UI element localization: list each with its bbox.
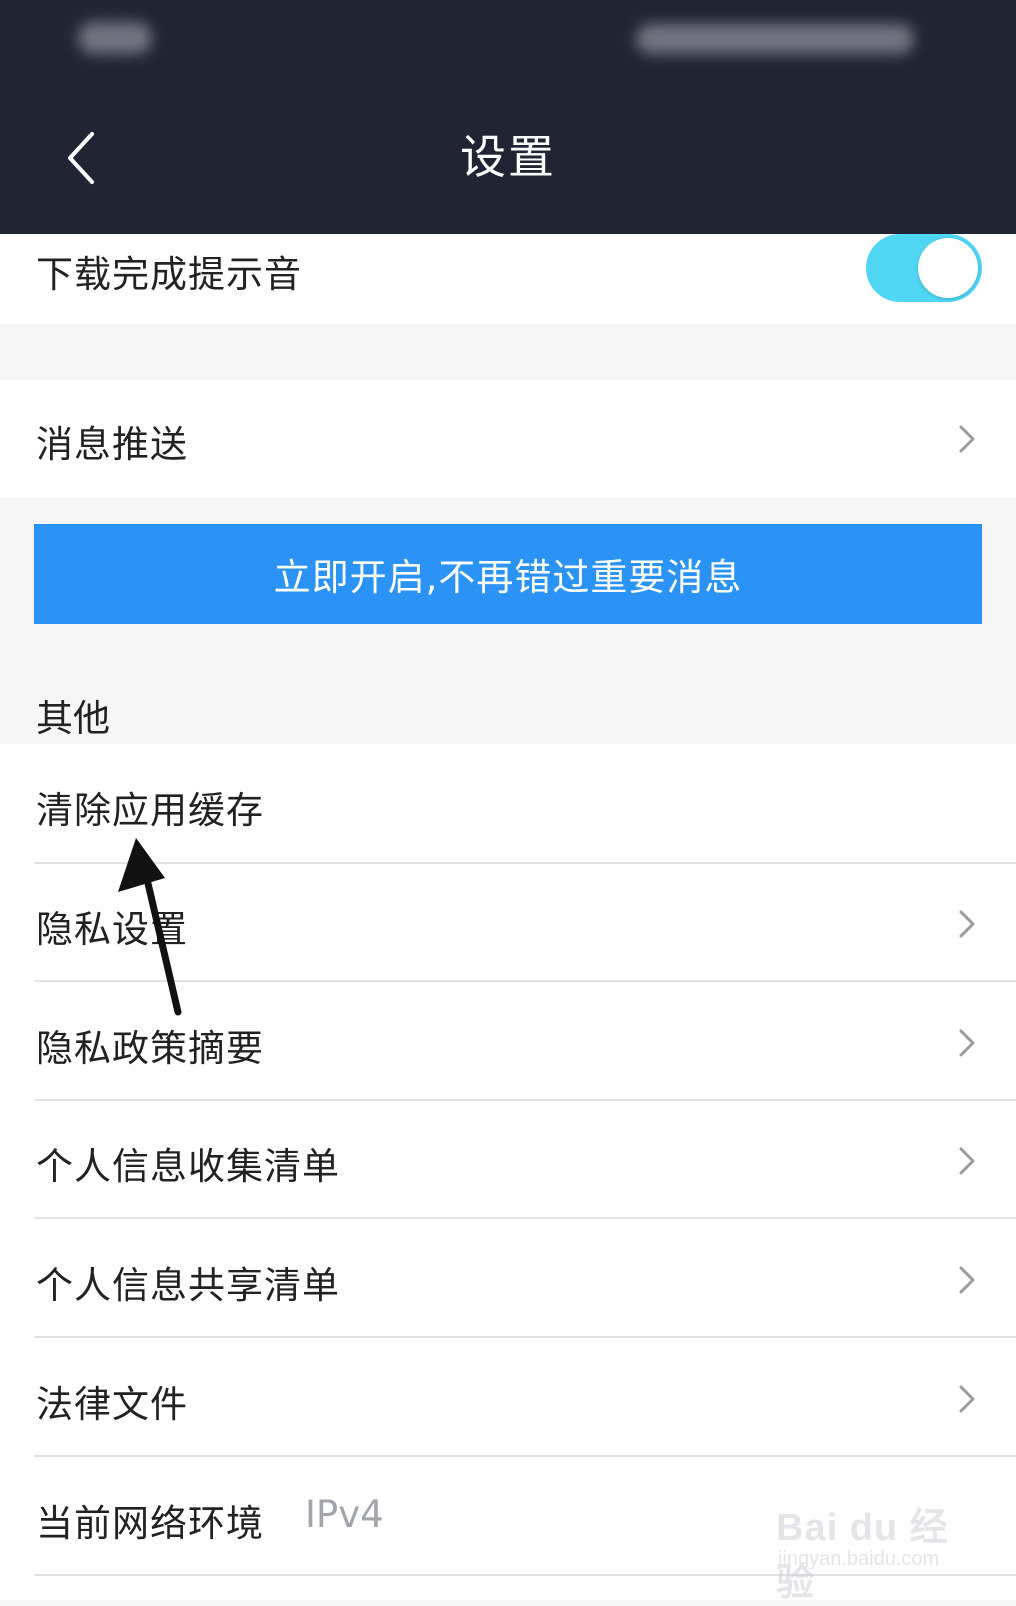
privacy-settings-label[interactable]: 隐私设置 xyxy=(36,899,188,953)
download-sound-row: 下载完成提示音 xyxy=(0,234,1016,324)
personal-info-sharing-label[interactable]: 个人信息共享清单 xyxy=(36,1255,340,1309)
status-bar xyxy=(0,0,1016,80)
clear-cache-label[interactable]: 清除应用缓存 xyxy=(36,780,264,834)
download-sound-label: 下载完成提示音 xyxy=(36,253,302,296)
legal-documents-label[interactable]: 法律文件 xyxy=(36,1374,188,1428)
divider xyxy=(34,1099,1016,1101)
privacy-policy-summary-label[interactable]: 隐私政策摘要 xyxy=(36,1018,264,1072)
status-bar-icons-blurred xyxy=(636,24,914,54)
download-sound-toggle[interactable] xyxy=(866,234,982,302)
push-notification-label: 消息推送 xyxy=(36,423,188,466)
nav-bar: 设置 xyxy=(0,80,1016,234)
status-bar-time-blurred xyxy=(78,22,152,54)
divider xyxy=(34,1455,1016,1457)
baidu-jingyan-watermark: Bai du 经验 jingyan.baidu.com xyxy=(776,1484,986,1604)
watermark-url: jingyan.baidu.com xyxy=(778,1548,940,1570)
divider xyxy=(34,1217,1016,1219)
chevron-right-icon xyxy=(952,1141,982,1181)
divider xyxy=(34,980,1016,982)
chevron-right-icon xyxy=(952,1260,982,1300)
push-notification-row[interactable]: 消息推送 xyxy=(0,380,1016,498)
chevron-right-icon xyxy=(952,904,982,944)
chevron-right-icon xyxy=(952,1379,982,1419)
section-title-other: 其他 xyxy=(36,697,110,740)
personal-info-collection-label[interactable]: 个人信息收集清单 xyxy=(36,1136,340,1190)
divider xyxy=(34,1336,1016,1338)
enable-notifications-button[interactable]: 立即开启,不再错过重要消息 xyxy=(34,524,982,624)
page-title: 设置 xyxy=(460,130,556,184)
divider xyxy=(34,862,1016,864)
toggle-knob xyxy=(918,238,978,298)
other-list: 清除应用缓存 隐私设置 隐私政策摘要 个人信息收集清单 个人信息共享清单 法律文… xyxy=(0,744,1016,1600)
chevron-right-icon xyxy=(952,419,982,459)
current-network-label: 当前网络环境 xyxy=(36,1502,264,1545)
current-network-value: IPv4 xyxy=(305,1493,384,1536)
chevron-right-icon xyxy=(952,1023,982,1063)
